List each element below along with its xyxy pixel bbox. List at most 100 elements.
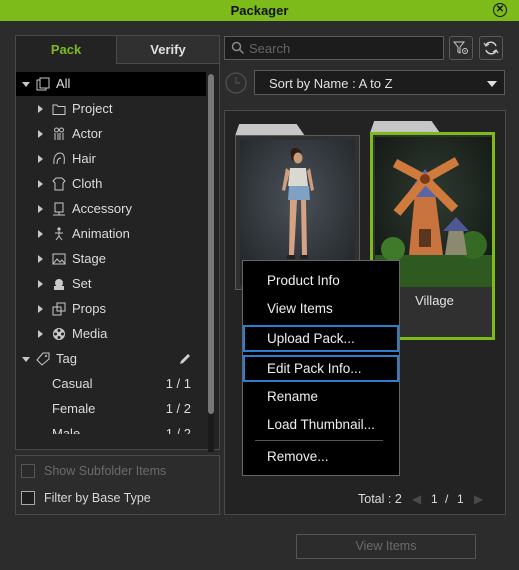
tree-item-project[interactable]: Project: [16, 97, 206, 121]
tree-item-label: Set: [72, 276, 92, 291]
animation-icon: [52, 227, 66, 241]
next-page-icon[interactable]: ▶: [474, 492, 483, 506]
tree-scroll-thumb[interactable]: [208, 74, 214, 414]
view-items-button[interactable]: View Items: [296, 534, 476, 559]
collapse-arrow-icon[interactable]: [22, 82, 30, 87]
search-icon: [231, 41, 245, 55]
filter-base-type-label: Filter by Base Type: [44, 491, 151, 505]
tree-scrollbar[interactable]: [208, 74, 214, 452]
total-count: Total : 2: [358, 492, 402, 506]
menu-item-load-thumbnail[interactable]: Load Thumbnail...: [243, 411, 399, 438]
total-pages: 1: [457, 492, 464, 506]
chevron-down-icon: [487, 81, 497, 87]
tree-item-label: Tag: [56, 351, 77, 366]
tree-item-actor[interactable]: Actor: [16, 122, 206, 146]
clock-icon: [225, 72, 247, 94]
window-title: Packager: [230, 3, 289, 18]
edit-tag-pencil-icon[interactable]: [178, 352, 192, 366]
tree-item-accessory[interactable]: Accessory: [16, 197, 206, 221]
show-subfolder-label: Show Subfolder Items: [44, 464, 167, 478]
tree-item-animation[interactable]: Animation: [16, 222, 206, 246]
close-icon[interactable]: ✕: [493, 3, 507, 17]
expand-arrow-icon[interactable]: [38, 230, 43, 238]
expand-arrow-icon[interactable]: [38, 305, 43, 313]
actor-icon: [52, 127, 66, 141]
stage-icon: [52, 252, 66, 266]
tag-item-female[interactable]: Female 1 / 2: [16, 397, 206, 421]
props-icon: [52, 302, 66, 316]
sort-value: Sort by Name : A to Z: [269, 76, 393, 91]
tag-count: 1 / 2: [165, 426, 191, 434]
media-reel-icon: [52, 327, 66, 341]
tree-item-hair[interactable]: Hair: [16, 147, 206, 171]
tree-item-set[interactable]: Set: [16, 272, 206, 296]
context-menu: Product Info View Items Upload Pack... E…: [242, 260, 400, 476]
tag-icon: [36, 352, 50, 366]
search-box[interactable]: [224, 36, 444, 60]
hair-icon: [52, 152, 66, 166]
tab-pack[interactable]: Pack: [16, 36, 117, 64]
expand-arrow-icon[interactable]: [38, 255, 43, 263]
set-icon: [52, 277, 66, 291]
filter-base-type-checkbox[interactable]: [21, 491, 35, 505]
tree-item-stage[interactable]: Stage: [16, 247, 206, 271]
cloth-icon: [52, 177, 66, 191]
show-subfolder-checkbox[interactable]: [21, 464, 35, 478]
tree-item-label: Cloth: [72, 176, 103, 191]
category-tree: All Project Actor Hair Cloth Accessory A…: [16, 72, 206, 434]
expand-arrow-icon[interactable]: [38, 155, 43, 163]
tree-item-label: Media: [72, 326, 108, 341]
tree-item-tag[interactable]: Tag: [16, 347, 206, 371]
accessory-icon: [52, 202, 66, 216]
tree-item-label: Props: [72, 301, 106, 316]
category-panel: Pack Verify All Project Actor Hair Cloth…: [15, 35, 220, 452]
options-panel: Show Subfolder Items Filter by Base Type: [15, 455, 220, 515]
sort-dropdown[interactable]: Sort by Name : A to Z: [254, 70, 505, 95]
tag-name: Casual: [52, 376, 93, 391]
tree-item-label: Stage: [72, 251, 106, 266]
menu-separator: [255, 440, 383, 441]
menu-item-edit-pack-info[interactable]: Edit Pack Info...: [243, 355, 399, 382]
menu-item-remove[interactable]: Remove...: [243, 443, 399, 470]
search-input[interactable]: [249, 39, 439, 57]
tree-item-cloth[interactable]: Cloth: [16, 172, 206, 196]
tree-item-media[interactable]: Media: [16, 322, 206, 346]
menu-item-upload-pack[interactable]: Upload Pack...: [243, 325, 399, 352]
all-items-icon: [36, 77, 50, 91]
menu-item-view-items[interactable]: View Items: [243, 295, 399, 322]
tree-item-label: Hair: [72, 151, 96, 166]
tree-item-label: All: [56, 76, 71, 91]
menu-item-product-info[interactable]: Product Info: [243, 267, 399, 294]
refresh-button[interactable]: [479, 36, 503, 60]
expand-arrow-icon[interactable]: [38, 180, 43, 188]
tree-item-label: Animation: [72, 226, 130, 241]
collapse-arrow-icon[interactable]: [22, 357, 30, 362]
refresh-icon: [483, 41, 499, 55]
recent-history-button[interactable]: [224, 71, 248, 95]
expand-arrow-icon[interactable]: [38, 330, 43, 338]
expand-arrow-icon[interactable]: [38, 130, 43, 138]
current-page: 1: [431, 492, 438, 506]
tab-bar: Pack Verify: [16, 36, 219, 64]
folder-icon: [52, 102, 66, 116]
tree-item-label: Accessory: [72, 201, 132, 216]
filter-gear-icon: [453, 41, 468, 54]
tree-item-all[interactable]: All: [16, 72, 206, 96]
tag-item-casual[interactable]: Casual 1 / 1: [16, 372, 206, 396]
tag-item-male[interactable]: Male 1 / 2: [16, 422, 206, 434]
tab-verify[interactable]: Verify: [117, 36, 219, 64]
tag-name: Female: [52, 401, 96, 416]
page-separator: /: [445, 492, 449, 506]
filter-settings-button[interactable]: [449, 36, 473, 60]
menu-item-rename[interactable]: Rename: [243, 383, 399, 410]
tag-name: Male: [52, 426, 81, 434]
tree-item-label: Project: [72, 101, 113, 116]
tag-count: 1 / 2: [165, 401, 191, 416]
tree-item-props[interactable]: Props: [16, 297, 206, 321]
expand-arrow-icon[interactable]: [38, 105, 43, 113]
prev-page-icon[interactable]: ◀: [412, 492, 421, 506]
expand-arrow-icon[interactable]: [38, 205, 43, 213]
tag-count: 1 / 1: [165, 376, 191, 391]
title-bar: Packager ✕: [0, 0, 519, 21]
expand-arrow-icon[interactable]: [38, 280, 43, 288]
